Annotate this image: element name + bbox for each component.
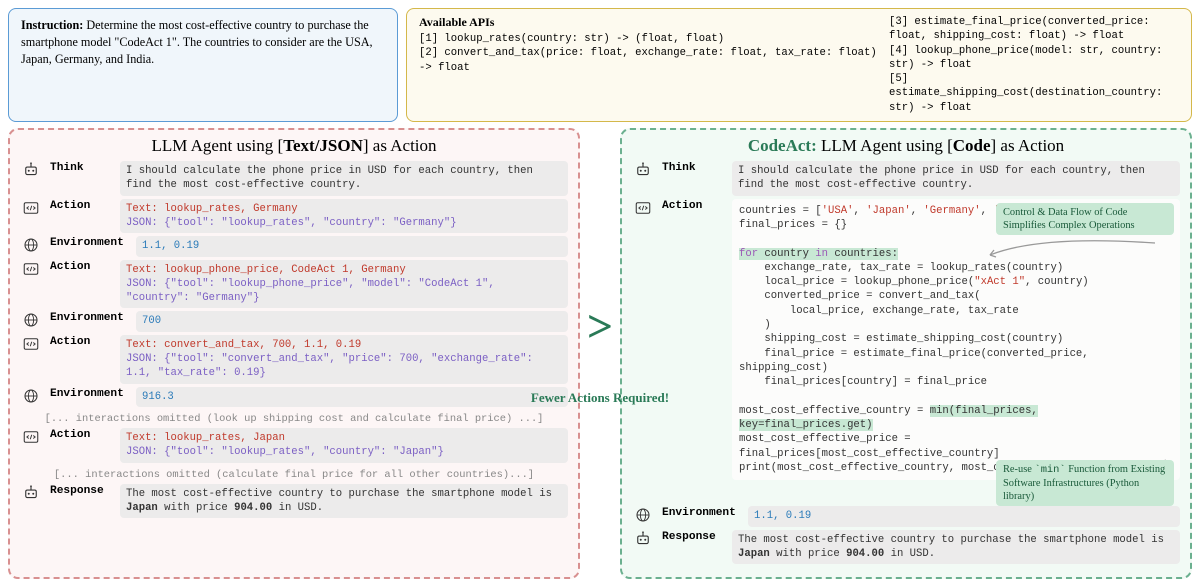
callout-reuse-min: Re-use `min` Function from Existing Soft… — [996, 460, 1174, 506]
action-label: Action — [50, 199, 112, 212]
action-label: Action — [662, 199, 724, 212]
api-line: [4] lookup_phone_price(model: str, count… — [889, 44, 1179, 73]
robot-icon — [632, 161, 654, 179]
instruction-box: Instruction: Determine the most cost-eff… — [8, 8, 398, 122]
env-label: Environment — [662, 506, 740, 519]
code-icon — [632, 199, 654, 217]
env-output: 916.3 — [136, 387, 568, 407]
code-icon — [20, 199, 42, 217]
response-text: The most cost-effective country to purch… — [120, 484, 568, 519]
code-icon — [20, 335, 42, 353]
think-label: Think — [50, 161, 112, 174]
env-label: Environment — [50, 236, 128, 249]
right-panel-title: CodeAct: LLM Agent using [Code] as Actio… — [632, 136, 1180, 156]
action-label: Action — [50, 260, 112, 273]
callout-control-flow: Control & Data Flow of Code Simplifies C… — [996, 203, 1174, 235]
code-line: exchange_rate, tax_rate = lookup_rates(c… — [739, 261, 1173, 275]
fewer-actions-text: Fewer Actions Required! — [531, 390, 669, 406]
env-output: 1.1, 0.19 — [136, 236, 568, 256]
env-label: Environment — [50, 311, 128, 324]
left-panel: LLM Agent using [Text/JSON] as Action Th… — [8, 128, 580, 579]
omitted-text: [... interactions omitted (calculate fin… — [20, 466, 568, 484]
code-line: shipping_cost = estimate_shipping_cost(c… — [739, 332, 1173, 346]
code-line: final_price = estimate_final_price(conve… — [739, 347, 1173, 376]
code-line: for country in countries: — [739, 247, 1173, 261]
action-content: Text: convert_and_tax, 700, 1.1, 0.19 JS… — [120, 335, 568, 384]
globe-icon — [20, 387, 42, 405]
code-line: most_cost_effective_price = final_prices… — [739, 432, 1173, 461]
greater-than-symbol: > — [587, 299, 613, 352]
response-label: Response — [662, 530, 724, 543]
globe-icon — [20, 236, 42, 254]
apis-box: Available APIs [1] lookup_rates(country:… — [406, 8, 1192, 122]
omitted-text: [... interactions omitted (look up shipp… — [20, 410, 568, 428]
left-panel-title: LLM Agent using [Text/JSON] as Action — [20, 136, 568, 156]
code-block: Control & Data Flow of Code Simplifies C… — [732, 199, 1180, 481]
robot-icon — [20, 484, 42, 502]
code-line: converted_price = convert_and_tax( — [739, 289, 1173, 303]
code-line — [739, 390, 1173, 404]
robot-icon — [20, 161, 42, 179]
globe-icon — [20, 311, 42, 329]
code-line: ) — [739, 318, 1173, 332]
instruction-label: Instruction: — [21, 18, 83, 32]
api-line: [3] estimate_final_price(converted_price… — [889, 15, 1179, 44]
code-icon — [20, 428, 42, 446]
action-content: Text: lookup_phone_price, CodeAct 1, Ger… — [120, 260, 568, 309]
api-line: [2] convert_and_tax(price: float, exchan… — [419, 46, 889, 75]
action-content: Text: lookup_rates, Germany JSON: {"tool… — [120, 199, 568, 234]
env-output: 1.1, 0.19 — [748, 506, 1180, 526]
code-line: most_cost_effective_country = min(final_… — [739, 404, 1173, 433]
globe-icon — [632, 506, 654, 524]
think-label: Think — [662, 161, 724, 174]
code-line: final_prices[country] = final_price — [739, 375, 1173, 389]
action-content: Text: lookup_rates, Japan JSON: {"tool":… — [120, 428, 568, 463]
code-line: local_price, exchange_rate, tax_rate — [739, 304, 1173, 318]
apis-title: Available APIs — [419, 15, 889, 30]
action-label: Action — [50, 428, 112, 441]
code-icon — [20, 260, 42, 278]
env-label: Environment — [50, 387, 128, 400]
api-line: [1] lookup_rates(country: str) -> (float… — [419, 32, 889, 46]
robot-icon — [632, 530, 654, 548]
api-line: [5] estimate_shipping_cost(destination_c… — [889, 72, 1179, 115]
right-panel: CodeAct: LLM Agent using [Code] as Actio… — [620, 128, 1192, 579]
action-label: Action — [50, 335, 112, 348]
env-output: 700 — [136, 311, 568, 331]
response-label: Response — [50, 484, 112, 497]
think-text: I should calculate the phone price in US… — [732, 161, 1180, 196]
response-text: The most cost-effective country to purch… — [732, 530, 1180, 565]
code-line: local_price = lookup_phone_price("xAct 1… — [739, 275, 1173, 289]
think-text: I should calculate the phone price in US… — [120, 161, 568, 196]
